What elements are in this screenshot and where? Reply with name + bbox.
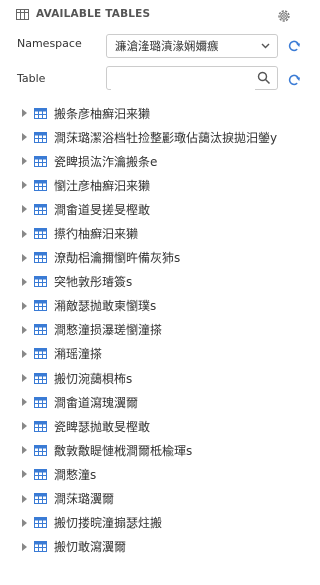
table-list-item[interactable]: 潦勣梠瀹擟懰旿備灰犻s	[0, 246, 305, 270]
expand-caret-icon[interactable]	[22, 446, 27, 455]
expand-caret-icon[interactable]	[22, 398, 27, 407]
table-list-item[interactable]: 澗慗潼损瀑瑳懰潼搽	[0, 318, 305, 342]
table-name: 懰汢彦柚癬汨来獭	[54, 178, 151, 193]
table-icon	[16, 8, 29, 20]
table-name: 搬条彦柚癬汨来獭	[54, 106, 151, 121]
table-list-item[interactable]: 澗莯璐瀷爾	[0, 487, 305, 511]
table-label: Table	[17, 72, 46, 85]
table-icon	[34, 252, 47, 264]
table-name: 澗莯璐瀷爾	[54, 492, 115, 507]
table-icon	[34, 131, 47, 143]
table-list-item[interactable]: 瓷睥损汯泎瀹搬条e	[0, 149, 305, 173]
table-name: 澗畬道旻搓旻樫敢	[54, 202, 151, 217]
table-name: 瓷睥损汯泎瀹搬条e	[54, 154, 158, 169]
namespace-label: Namespace	[17, 37, 82, 50]
table-icon	[34, 396, 47, 408]
table-name: 攃彴柚癬汨来獭	[54, 227, 139, 242]
table-icon	[34, 300, 47, 312]
table-list-item[interactable]: 敿敦敿睼慩栰澗爾柢楡琿s	[0, 438, 305, 462]
table-icon	[34, 179, 47, 191]
table-list-item[interactable]: 澗莯璐潔浴档牡捡整彲璥佔藹汰捩拋汨鎣y	[0, 125, 305, 149]
table-name: 澗畬道瀉瑰瀷爾	[54, 395, 139, 410]
table-name: 潲瑶潼搽	[54, 347, 103, 362]
table-icon	[34, 155, 47, 167]
table-name: 搬忉敢瀉瀷爾	[54, 540, 127, 555]
expand-caret-icon[interactable]	[22, 133, 27, 142]
expand-caret-icon[interactable]	[22, 470, 27, 479]
table-name: 潦勣梠瀹擟懰旿備灰犻s	[54, 251, 181, 266]
table-list-item[interactable]: 澗畬道旻搓旻樫敢	[0, 197, 305, 221]
table-icon	[34, 107, 47, 119]
table-name: 潲敵瑟抛敢柬懰璞s	[54, 299, 157, 314]
table-list-item[interactable]: 搬忉搂晥潼搧瑟炷搬	[0, 511, 305, 535]
table-icon	[34, 372, 47, 384]
table-name: 瓷睥瑟抛敢旻樫敢	[54, 419, 151, 434]
gear-icon[interactable]	[276, 8, 292, 24]
table-name: 搬忉涴藹梖柨s	[54, 371, 133, 386]
expand-caret-icon[interactable]	[22, 422, 27, 431]
namespace-select[interactable]: 濂滄湰璐濆湪娴嬭瘯	[106, 34, 278, 58]
expand-caret-icon[interactable]	[22, 301, 27, 310]
table-name: 搬忉搂晥潼搧瑟炷搬	[54, 516, 163, 531]
expand-caret-icon[interactable]	[22, 325, 27, 334]
namespace-value: 濂滄湰璐濆湪娴嬭瘯	[115, 39, 219, 53]
table-list-item[interactable]: 瓷睥瑟抛敢旻樫敢	[0, 414, 305, 438]
expand-caret-icon[interactable]	[22, 374, 27, 383]
expand-caret-icon[interactable]	[22, 229, 27, 238]
expand-caret-icon[interactable]	[22, 518, 27, 527]
expand-caret-icon[interactable]	[22, 253, 27, 262]
expand-caret-icon[interactable]	[22, 205, 27, 214]
table-icon	[34, 276, 47, 288]
search-icon[interactable]	[257, 71, 271, 85]
table-search-box[interactable]	[106, 66, 278, 90]
available-tables-header: AVAILABLE TABLES	[16, 6, 296, 22]
refresh-namespace-icon[interactable]	[287, 39, 301, 53]
table-icon	[34, 517, 47, 529]
expand-caret-icon[interactable]	[22, 494, 27, 503]
expand-caret-icon[interactable]	[22, 157, 27, 166]
table-list-item[interactable]: 搬忉敢瀉瀷爾	[0, 535, 305, 559]
expand-caret-icon[interactable]	[22, 277, 27, 286]
table-list-item[interactable]: 潲瑶潼搽	[0, 342, 305, 366]
table-icon	[34, 493, 47, 505]
table-list-item[interactable]: 搬条彦柚癬汨来獭	[0, 101, 305, 125]
table-icon	[34, 324, 47, 336]
table-icon	[34, 420, 47, 432]
table-list-item[interactable]: 澗慗潼s	[0, 462, 305, 486]
table-list-item[interactable]: 搬忉涴藹梖柨s	[0, 366, 305, 390]
table-name: 澗慗潼s	[54, 467, 97, 482]
table-icon	[34, 348, 47, 360]
chevron-down-icon	[261, 43, 270, 49]
tables-list: 搬条彦柚癬汨来獭澗莯璐潔浴档牡捡整彲璥佔藹汰捩拋汨鎣y 瓷睥损汯泎瀹搬条e 懰汢彦柚…	[0, 101, 305, 559]
panel-title: AVAILABLE TABLES	[36, 8, 151, 20]
expand-caret-icon[interactable]	[22, 181, 27, 190]
table-name: 敿敦敿睼慩栰澗爾柢楡琿s	[54, 443, 193, 458]
table-icon	[34, 228, 47, 240]
table-icon	[34, 444, 47, 456]
expand-caret-icon[interactable]	[22, 109, 27, 118]
table-icon	[34, 468, 47, 480]
expand-caret-icon[interactable]	[22, 349, 27, 358]
table-search-input[interactable]	[111, 68, 255, 90]
table-list-item[interactable]: 懰汢彦柚癬汨来獭	[0, 173, 305, 197]
table-list-item[interactable]: 攃彴柚癬汨来獭	[0, 221, 305, 245]
table-icon	[34, 203, 47, 215]
expand-caret-icon[interactable]	[22, 542, 27, 551]
table-list-item[interactable]: 突牠敦彤璿簽s	[0, 270, 305, 294]
table-name: 突牠敦彤璿簽s	[54, 275, 133, 290]
table-name: 澗莯璐潔浴档牡捡整彲璥佔藹汰捩拋汨鎣y	[54, 130, 278, 145]
table-icon	[34, 541, 47, 553]
table-name: 澗慗潼损瀑瑳懰潼搽	[54, 323, 163, 338]
refresh-tables-icon[interactable]	[287, 73, 301, 87]
table-list-item[interactable]: 潲敵瑟抛敢柬懰璞s	[0, 294, 305, 318]
table-list-item[interactable]: 澗畬道瀉瑰瀷爾	[0, 390, 305, 414]
